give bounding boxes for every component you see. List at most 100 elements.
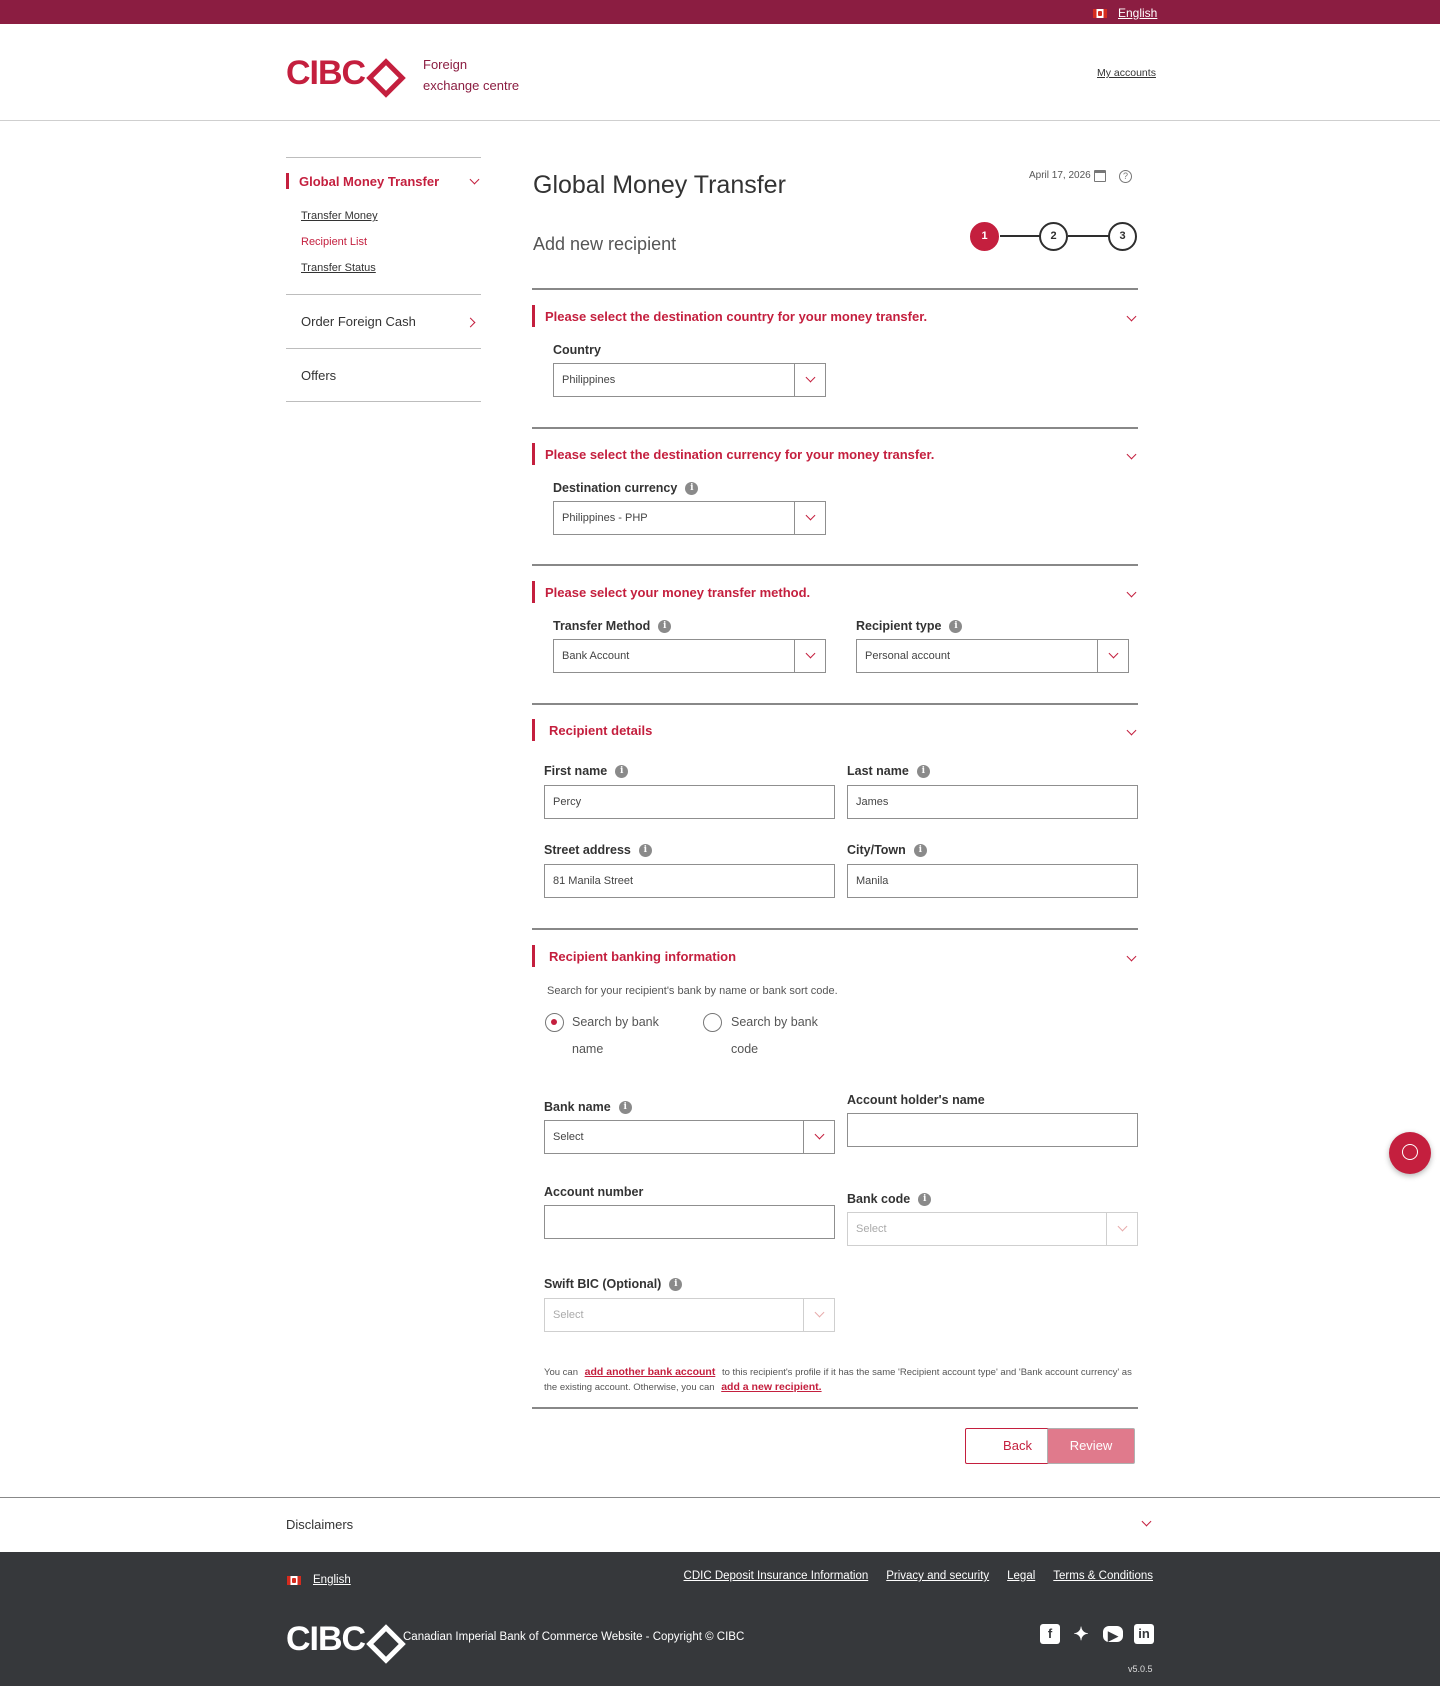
footer-link-terms[interactable]: Terms & Conditions <box>1053 1570 1153 1582</box>
twitter-icon[interactable]: ✦ <box>1071 1624 1091 1644</box>
swift-bic-select[interactable]: Select <box>544 1298 835 1332</box>
sidebar-subitem-transfer-status[interactable]: Transfer Status <box>301 262 376 274</box>
dropdown-button[interactable] <box>794 502 825 534</box>
chevron-down-icon[interactable] <box>469 174 480 185</box>
radio-search-by-code-label[interactable]: Search by bank code <box>731 1009 831 1063</box>
logo-text: CIBC <box>286 1620 366 1658</box>
radio-search-by-name-label[interactable]: Search by bank name <box>572 1009 672 1063</box>
section-divider <box>532 928 1138 930</box>
account-number-label: Account number <box>544 1185 644 1199</box>
chevron-down-icon[interactable] <box>1126 951 1137 962</box>
calendar-icon[interactable] <box>1094 170 1106 182</box>
sidebar-item-order-foreign-cash[interactable]: Order Foreign Cash <box>301 314 416 329</box>
info-icon[interactable]: i <box>949 619 963 633</box>
footer-language-selector[interactable]: English <box>287 1574 351 1586</box>
swift-bic-value: Select <box>553 1309 584 1321</box>
dropdown-button[interactable] <box>1106 1213 1137 1245</box>
radio-search-by-name[interactable] <box>545 1013 564 1032</box>
info-icon[interactable]: i <box>638 843 652 857</box>
info-icon[interactable]: i <box>916 764 930 778</box>
cibc-diamond-icon <box>369 1627 393 1651</box>
chevron-down-icon[interactable] <box>1141 1516 1152 1527</box>
disclaimers-toggle[interactable]: Disclaimers <box>286 1517 353 1532</box>
sidebar-item-global-money-transfer[interactable]: Global Money Transfer <box>299 174 439 189</box>
dropdown-button[interactable] <box>794 640 825 672</box>
canada-flag-icon <box>287 1575 301 1585</box>
chevron-down-icon[interactable] <box>1126 725 1137 736</box>
info-icon[interactable]: i <box>913 843 927 857</box>
sidebar-divider <box>286 348 481 349</box>
banking-info-title[interactable]: Recipient banking information <box>549 949 736 964</box>
sidebar-item-offers[interactable]: Offers <box>301 368 336 383</box>
section-divider <box>532 1407 1138 1409</box>
sidebar-subitem-recipient-list[interactable]: Recipient List <box>301 236 367 248</box>
language-label[interactable]: English <box>1118 6 1157 20</box>
section-indicator <box>532 719 535 741</box>
footer-link-legal[interactable]: Legal <box>1007 1570 1035 1582</box>
cibc-logo[interactable]: CIBC <box>286 56 393 90</box>
add-bank-account-link[interactable]: add another bank account <box>581 1366 720 1378</box>
section-divider <box>532 288 1138 290</box>
info-icon[interactable]: i <box>685 481 699 495</box>
recipient-type-select[interactable]: Personal account <box>856 639 1129 673</box>
footer-link-cdic[interactable]: CDIC Deposit Insurance Information <box>684 1570 869 1582</box>
destination-currency-label: Destination currency i <box>553 481 699 495</box>
page-title: Global Money Transfer <box>533 171 786 199</box>
destination-currency-select[interactable]: Philippines - PHP <box>553 501 826 535</box>
footer-links: CDIC Deposit Insurance Information Priva… <box>684 1570 1153 1582</box>
youtube-icon[interactable]: ▶ <box>1103 1626 1123 1643</box>
city-field[interactable]: Manila <box>847 864 1138 898</box>
dropdown-button[interactable] <box>794 364 825 396</box>
footer-language-label[interactable]: English <box>313 1574 351 1586</box>
city-label: City/Town i <box>847 843 927 857</box>
add-new-recipient-link[interactable]: add a new recipient. <box>717 1381 825 1393</box>
info-icon[interactable]: i <box>618 1100 632 1114</box>
chevron-down-icon[interactable] <box>1126 311 1137 322</box>
bank-name-select[interactable]: Select <box>544 1120 835 1154</box>
info-icon[interactable]: i <box>669 1277 683 1291</box>
dropdown-button[interactable] <box>1097 640 1128 672</box>
radio-search-by-code[interactable] <box>703 1013 722 1032</box>
chevron-down-icon[interactable] <box>1126 587 1137 598</box>
info-icon[interactable]: i <box>918 1192 932 1206</box>
linkedin-icon[interactable]: in <box>1134 1624 1154 1644</box>
footer-link-privacy[interactable]: Privacy and security <box>886 1570 989 1582</box>
transfer-method-label: Transfer Method i <box>553 619 672 633</box>
country-select[interactable]: Philippines <box>553 363 826 397</box>
section-indicator <box>532 945 535 967</box>
chevron-right-icon[interactable] <box>465 317 476 328</box>
section-indicator <box>532 443 535 465</box>
review-button[interactable]: Review <box>1047 1428 1135 1464</box>
canada-flag-icon <box>1093 8 1107 18</box>
help-icon[interactable]: ? <box>1119 170 1132 183</box>
chevron-down-icon <box>805 648 816 659</box>
street-address-field[interactable]: 81 Manila Street <box>544 864 835 898</box>
bank-code-select[interactable]: Select <box>847 1212 1138 1246</box>
logo-text: CIBC <box>286 54 366 92</box>
dropdown-button[interactable] <box>803 1299 834 1331</box>
chevron-down-icon <box>814 1307 825 1318</box>
account-holder-field[interactable] <box>847 1113 1138 1147</box>
bank-name-label: Bank name i <box>544 1100 632 1114</box>
first-name-field[interactable]: Percy <box>544 785 835 819</box>
transfer-method-select[interactable]: Bank Account <box>553 639 826 673</box>
footer-cibc-logo[interactable]: CIBC <box>286 1622 393 1656</box>
account-number-field[interactable] <box>544 1205 835 1239</box>
recipient-details-title[interactable]: Recipient details <box>549 723 652 738</box>
section-divider <box>532 564 1138 566</box>
language-selector[interactable]: English <box>1093 6 1157 20</box>
my-accounts-link[interactable]: My accounts <box>1097 67 1156 79</box>
last-name-label: Last name i <box>847 764 930 778</box>
sidebar-subitem-transfer-money[interactable]: Transfer Money <box>301 210 378 222</box>
chevron-down-icon[interactable] <box>1126 449 1137 460</box>
currency-section-title[interactable]: Please select the destination currency f… <box>545 447 934 462</box>
info-icon[interactable]: i <box>658 619 672 633</box>
facebook-icon[interactable]: f <box>1040 1624 1060 1644</box>
cibc-diamond-icon <box>369 61 393 85</box>
dropdown-button[interactable] <box>803 1121 834 1153</box>
chat-icon[interactable] <box>1389 1132 1431 1174</box>
info-icon[interactable]: i <box>615 764 629 778</box>
last-name-field[interactable]: James <box>847 785 1138 819</box>
country-section-title[interactable]: Please select the destination country fo… <box>545 309 927 324</box>
method-section-title[interactable]: Please select your money transfer method… <box>545 585 810 600</box>
